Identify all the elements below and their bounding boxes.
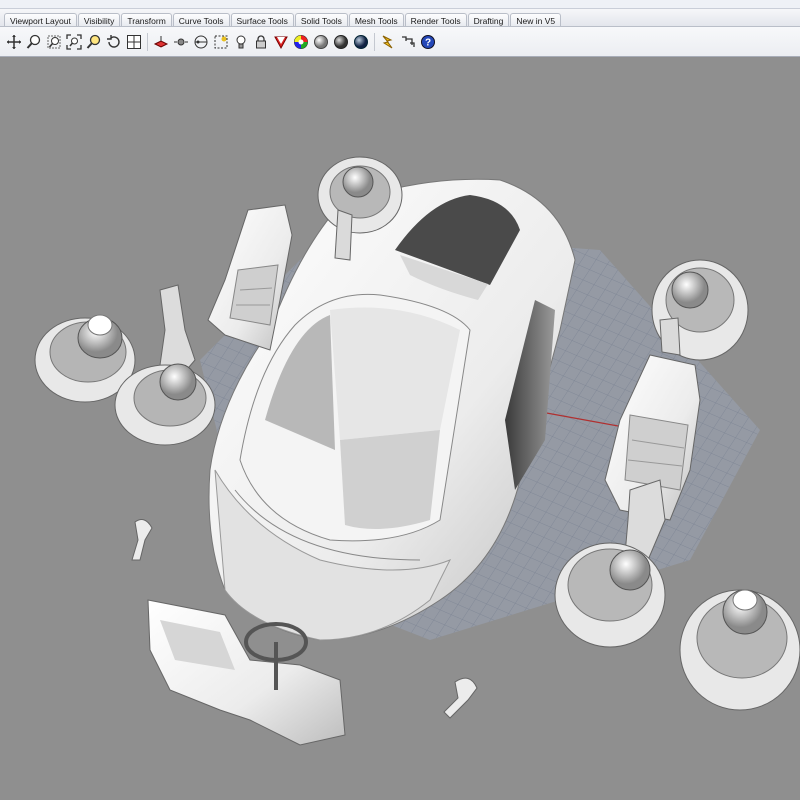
tab-mesh-tools[interactable]: Mesh Tools <box>348 13 404 26</box>
render-sphere-blue-icon[interactable] <box>351 31 371 53</box>
grid-icon[interactable] <box>191 31 211 53</box>
zoom-extents-icon[interactable] <box>64 31 84 53</box>
wheel-rear-right-2[interactable] <box>679 589 800 711</box>
toolbar-separator <box>147 32 148 51</box>
four-viewports-icon[interactable] <box>124 31 144 53</box>
tab-solid-tools[interactable]: Solid Tools <box>294 13 348 26</box>
zoom-dynamic-icon[interactable] <box>24 31 44 53</box>
side-mirror-right[interactable] <box>443 677 478 719</box>
perspective-viewport[interactable] <box>0 58 800 800</box>
tab-visibility[interactable]: Visibility <box>77 13 121 26</box>
side-mirror-left[interactable] <box>131 519 153 561</box>
zoom-selected-icon[interactable] <box>84 31 104 53</box>
rotate-view-icon[interactable] <box>104 31 124 53</box>
help-icon[interactable]: ? <box>418 31 438 53</box>
tab-render-tools[interactable]: Render Tools <box>404 13 467 26</box>
rhino-window: Viewport Layout Visibility Transform Cur… <box>0 0 800 800</box>
tab-surface-tools[interactable]: Surface Tools <box>230 13 294 26</box>
render-color-icon[interactable] <box>291 31 311 53</box>
lights-icon[interactable] <box>231 31 251 53</box>
dimension-icon[interactable] <box>398 31 418 53</box>
zoom-window-icon[interactable] <box>44 31 64 53</box>
object-snap-icon[interactable] <box>171 31 191 53</box>
title-strip <box>0 0 800 9</box>
lock-icon[interactable] <box>251 31 271 53</box>
toolbar-tab-bar: Viewport Layout Visibility Transform Cur… <box>0 9 800 27</box>
tab-curve-tools[interactable]: Curve Tools <box>172 13 230 26</box>
select-icon[interactable] <box>211 31 231 53</box>
render-sphere-icon[interactable] <box>311 31 331 53</box>
toolbar-separator <box>374 32 375 51</box>
set-cplane-icon[interactable] <box>151 31 171 53</box>
svg-text:?: ? <box>425 37 431 48</box>
render-sphere-dark-icon[interactable] <box>331 31 351 53</box>
shade-icon[interactable] <box>271 31 291 53</box>
wheel-rear-right[interactable] <box>651 259 749 361</box>
standard-toolbar: ? <box>0 27 800 57</box>
tab-viewport-layout[interactable]: Viewport Layout <box>4 13 77 26</box>
flash-icon[interactable] <box>378 31 398 53</box>
tab-new-in-v5[interactable]: New in V5 <box>510 13 562 26</box>
wheel-front-right[interactable] <box>554 542 666 648</box>
pan-icon[interactable] <box>4 31 24 53</box>
wheel-front-left-inner[interactable] <box>114 363 216 446</box>
tab-transform[interactable]: Transform <box>121 13 172 26</box>
tab-drafting[interactable]: Drafting <box>467 13 510 26</box>
